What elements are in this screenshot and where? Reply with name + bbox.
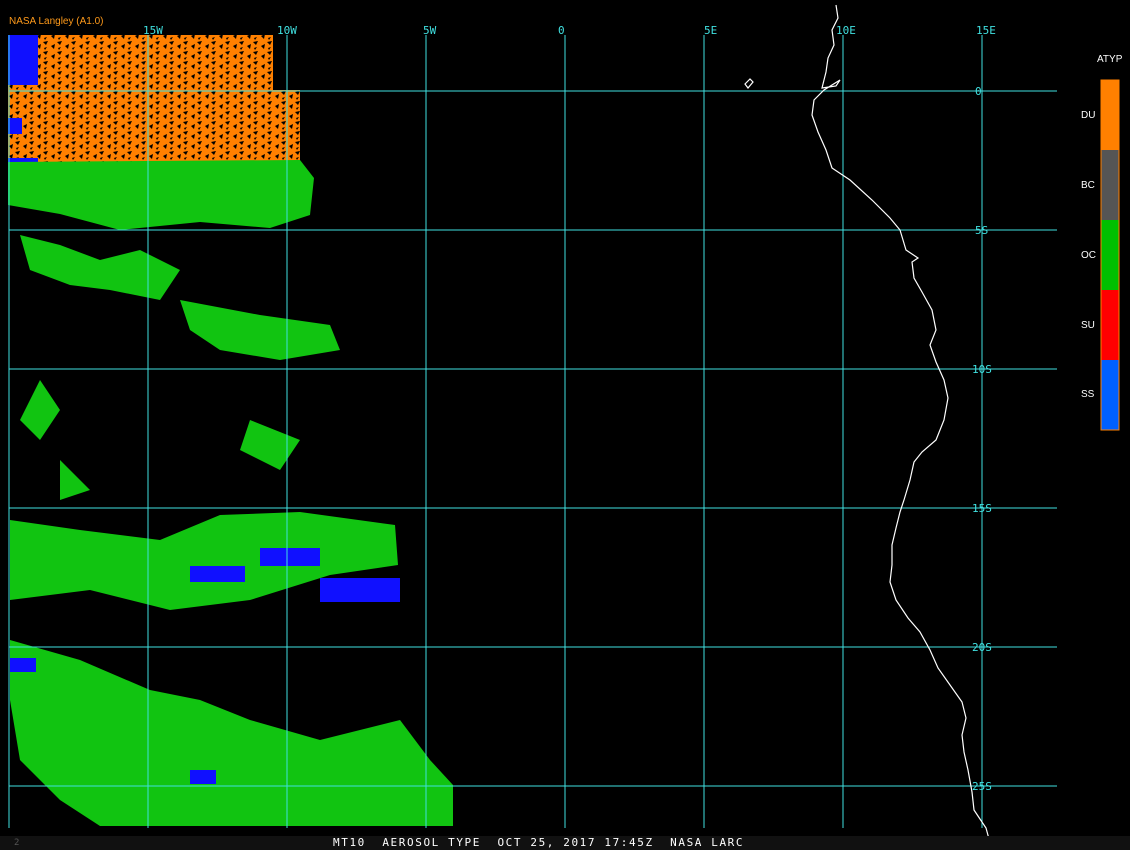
latitude-label: 5S [975,224,988,237]
legend-label: BC [1081,180,1095,191]
legend-label: SU [1081,320,1095,331]
longitude-label: 0 [558,24,565,37]
legend-colorbar [1100,79,1120,431]
longitude-label: 15W [143,24,163,37]
map-viewer: 15W 10W 5W 0 5E 10E 15E 0 5S 10S 15S 20S… [0,0,1130,850]
sea-salt-region [8,118,22,134]
organic-carbon-region [20,380,300,500]
sea-salt-region [260,548,320,566]
legend-swatch-bc [1101,150,1119,220]
africa-coastline [811,4,993,850]
longitude-label: 10E [836,24,856,37]
latitude-label: 0 [975,85,982,98]
legend-swatch-du [1101,80,1119,150]
source-label: NASA Langley (A1.0) [9,16,104,27]
legend-swatch-ss [1101,360,1119,430]
legend-swatch-su [1101,290,1119,360]
aerosol-map: 15W 10W 5W 0 5E 10E 15E 0 5S 10S 15S 20S… [8,4,1120,850]
sea-salt-region [10,658,36,672]
dust-region [8,35,273,93]
island-outline [744,78,754,89]
organic-carbon-region [8,160,314,230]
longitude-label: 5E [704,24,717,37]
organic-carbon-region [180,300,340,360]
latitude-label: 10S [972,363,992,376]
longitude-label: 10W [277,24,297,37]
sea-salt-region [320,578,400,602]
organic-carbon-region [20,235,180,300]
coastline [744,4,993,850]
legend-label: DU [1081,110,1095,121]
organic-carbon-region [10,640,453,826]
legend-swatch-oc [1101,220,1119,290]
latitude-label: 25S [972,780,992,793]
sea-salt-region [190,770,216,784]
sea-salt-region [8,35,38,85]
map-caption: MT10 AEROSOL TYPE OCT 25, 2017 17:45Z NA… [333,836,745,849]
legend-label: OC [1081,250,1096,261]
longitude-label: 5W [423,24,437,37]
frame-number: 2 [14,838,20,848]
latitude-label: 15S [972,502,992,515]
legend-label: SS [1081,389,1095,400]
sea-salt-region [190,566,245,582]
dust-region [8,90,300,162]
longitude-label: 15E [976,24,996,37]
aerosol-data-layer [8,35,453,826]
legend-title: ATYP [1097,54,1123,65]
latitude-label: 20S [972,641,992,654]
